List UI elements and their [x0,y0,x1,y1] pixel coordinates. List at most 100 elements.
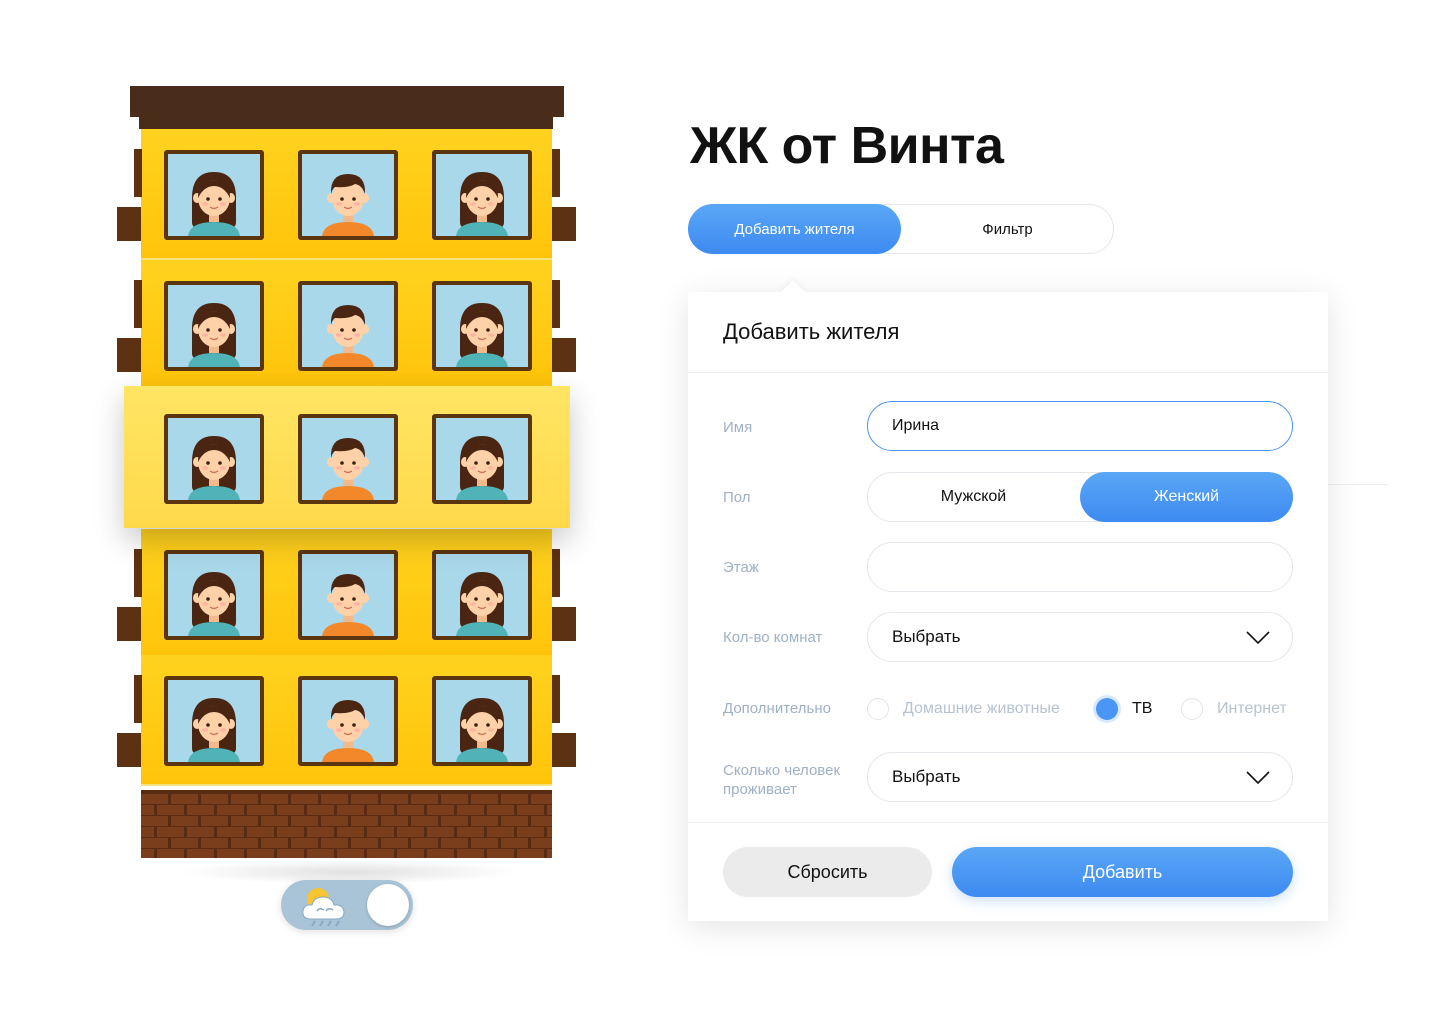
floor-4[interactable] [117,529,576,660]
brick [157,805,184,815]
brick [411,838,438,848]
rooms-label: Кол-во комнат [723,629,823,646]
brick [411,794,438,804]
girl-resident-avatar [168,285,260,367]
rooms-select[interactable]: Выбрать [867,612,1293,662]
brick [487,849,514,858]
brick [231,816,258,826]
option-tv[interactable]: ТВ [1096,698,1152,720]
apartment-window[interactable] [298,414,398,504]
apartment-window[interactable] [432,281,532,371]
girl-resident-avatar [436,418,528,500]
background-divider [1328,484,1388,485]
name-label: Имя [723,419,753,436]
people-count-select[interactable]: Выбрать [867,752,1293,802]
option-tv-checkbox[interactable] [1096,698,1118,720]
floor-3[interactable] [124,386,570,528]
weather-toggle[interactable] [281,880,413,930]
apartment-window[interactable] [164,676,264,766]
option-internet-checkbox[interactable] [1181,698,1203,720]
mode-switch: Добавить жителя Фильтр [688,204,1114,254]
page-title: ЖК от Винта [690,117,1004,175]
gender-male-option[interactable]: Мужской [867,472,1080,522]
apartment-window[interactable] [432,550,532,640]
brick [441,816,468,826]
brick [351,838,378,848]
gender-female-option[interactable]: Женский [1080,472,1293,522]
brick [201,794,228,804]
brick [247,849,274,858]
brick [531,838,552,848]
panel-title: Добавить жителя [723,319,900,344]
apartment-window[interactable] [298,281,398,371]
apartment-window[interactable] [298,150,398,240]
apartment-window[interactable] [164,414,264,504]
name-input[interactable] [892,402,1262,450]
tab-filter[interactable]: Фильтр [901,204,1114,254]
brick [157,849,184,858]
option-internet[interactable]: Интернет [1181,698,1287,720]
floor-field[interactable] [867,542,1293,592]
brick [291,794,318,804]
brick [337,827,364,837]
building-illustration [100,70,600,950]
brick [141,827,154,837]
brick [501,816,528,826]
brick [397,805,424,815]
brick [141,794,168,804]
brick [307,849,334,858]
brick [321,838,348,848]
gender-switch: Мужской Женский [867,472,1293,522]
panel-footer-divider [688,822,1328,823]
wall-pipe [552,675,560,723]
brick [321,816,348,826]
brick [411,816,438,826]
panel-header-divider [688,372,1328,373]
girl-resident-avatar [168,418,260,500]
wall-pipe [134,675,142,723]
apartment-window[interactable] [432,676,532,766]
reset-button[interactable]: Сбросить [723,847,932,897]
brick [381,838,408,848]
brick [291,838,318,848]
brick [367,805,394,815]
wall-pipe [134,149,142,197]
apartment-window[interactable] [164,550,264,640]
brick [291,816,318,826]
tab-add-resident[interactable]: Добавить жителя [688,204,901,254]
people-count-label: Сколько человек проживает [723,762,841,798]
brick [201,816,228,826]
brick [427,805,454,815]
brick [351,816,378,826]
add-button[interactable]: Добавить [952,847,1293,897]
boy-resident-avatar [302,680,394,762]
brick [307,805,334,815]
name-field[interactable] [867,401,1293,451]
floor-input[interactable] [892,543,1262,591]
brick [217,805,244,815]
gender-label: Пол [723,489,751,506]
apartment-window[interactable] [432,150,532,240]
wall-pipe [134,549,142,597]
apartment-window[interactable] [298,550,398,640]
toggle-knob[interactable] [367,884,409,926]
brick [187,849,214,858]
brick-row [141,849,552,858]
apartment-window[interactable] [432,414,532,504]
option-pets-checkbox[interactable] [867,698,889,720]
floor-1[interactable] [117,129,576,260]
floor-2[interactable] [117,260,576,391]
option-pets[interactable]: Домашние животные [867,698,1060,720]
panel-pointer [780,280,806,293]
balcony-ledge [552,733,576,767]
girl-resident-avatar [436,680,528,762]
apartment-window[interactable] [298,676,398,766]
brick [351,794,378,804]
brick [187,805,214,815]
apartment-window[interactable] [164,150,264,240]
brick [141,849,154,858]
brick [171,794,198,804]
brick [261,816,288,826]
floor-5[interactable] [117,655,576,786]
apartment-window[interactable] [164,281,264,371]
